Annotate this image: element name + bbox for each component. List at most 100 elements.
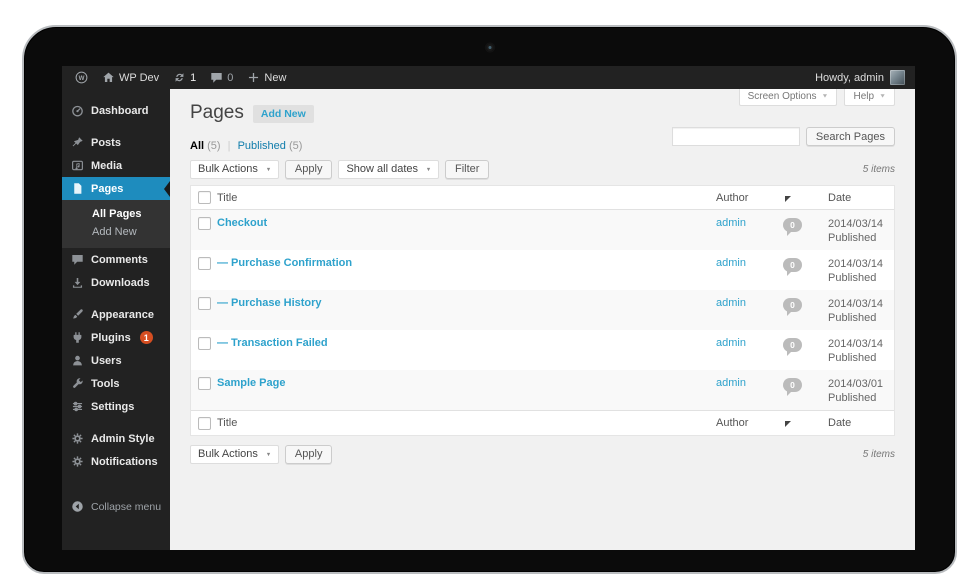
items-count: 5 items [863,164,895,175]
sidebar-item-plugins[interactable]: Plugins1 [62,326,170,349]
sidebar-item-label: Downloads [91,277,150,289]
author-link[interactable]: admin [716,337,746,349]
sidebar-item-label: Pages [91,183,123,195]
author-link[interactable]: admin [716,377,746,389]
svg-text:W: W [79,75,85,82]
comments-icon [210,71,223,84]
column-date[interactable]: Date [828,192,894,204]
sidebar-menu: Dashboard Posts Media Pages All PagesAdd New… [62,99,170,518]
row-checkbox[interactable] [198,297,211,310]
select-all-checkbox[interactable] [198,417,211,430]
bulk-actions-select[interactable]: Bulk Actions [190,445,279,464]
plus-icon [247,71,260,84]
column-title[interactable]: Title [217,192,716,204]
screen-options-button[interactable]: Screen Options ▼ [739,89,838,106]
search-input[interactable] [672,127,800,146]
row-checkbox[interactable] [198,377,211,390]
new-content-menu[interactable]: New [240,66,293,89]
sliders-icon [71,400,84,413]
author-link[interactable]: admin [716,297,746,309]
sidebar-item-dashboard[interactable]: Dashboard [62,99,170,122]
sidebar-item-comments[interactable]: Comments [62,248,170,271]
sidebar-item-media[interactable]: Media [62,154,170,177]
column-date[interactable]: Date [828,417,894,429]
page-title-link[interactable]: Checkout [217,217,267,229]
author-link[interactable]: admin [716,257,746,269]
updates-count: 1 [190,72,196,84]
row-checkbox[interactable] [198,217,211,230]
column-title[interactable]: Title [217,417,716,429]
sidebar-item-appearance[interactable]: Appearance [62,303,170,326]
comment-count-bubble[interactable]: 0 [783,218,802,232]
apply-button[interactable]: Apply [285,445,333,464]
wordpress-menu[interactable]: W [68,66,95,89]
date-cell: 2014/03/14Published [828,210,894,245]
bulk-actions-select[interactable]: Bulk Actions [190,160,279,179]
laptop-frame: W WP Dev 1 0 New Howdy, admin [22,25,957,574]
apply-button[interactable]: Apply [285,160,333,179]
comments-link[interactable]: 0 [203,66,240,89]
sidebar-item-posts[interactable]: Posts [62,131,170,154]
howdy-text[interactable]: Howdy, admin [815,72,884,84]
pin-icon [71,136,84,149]
updates-link[interactable]: 1 [166,66,203,89]
view-filters: All (5) | Published (5) [190,140,302,152]
plugin-icon [71,331,84,344]
add-new-button[interactable]: Add New [253,105,314,123]
sidebar-item-admin-style[interactable]: Admin Style [62,427,170,450]
table-footer: Title Author Date [191,410,894,435]
sidebar-item-settings[interactable]: Settings [62,395,170,418]
site-name: WP Dev [119,72,159,84]
gear-icon [71,432,84,445]
comment-count-bubble[interactable]: 0 [783,298,802,312]
gear-icon [71,455,84,468]
author-link[interactable]: admin [716,217,746,229]
date-filter-select[interactable]: Show all dates [338,160,439,179]
column-author[interactable]: Author [716,417,783,429]
sidebar-item-label: Tools [91,378,120,390]
sidebar-item-label: Appearance [91,309,154,321]
user-avatar[interactable] [890,70,905,85]
page-title-link[interactable]: Sample Page [217,377,285,389]
comment-count-bubble[interactable]: 0 [783,338,802,352]
sidebar-item-notifications[interactable]: Notifications [62,450,170,473]
sidebar-item-label: Plugins [91,332,131,344]
view-all-link[interactable]: All [190,140,204,152]
submenu-item-all-pages[interactable]: All Pages [62,205,170,223]
sidebar-item-label: Dashboard [91,105,148,117]
wrench-icon [71,377,84,390]
sidebar-item-collapse-menu[interactable]: Collapse menu [62,495,170,518]
sidebar-item-label: Posts [91,137,121,149]
comment-count-bubble[interactable]: 0 [783,378,802,392]
help-button[interactable]: Help ▼ [844,89,895,106]
column-author[interactable]: Author [716,192,783,204]
sidebar-item-downloads[interactable]: Downloads [62,271,170,294]
view-published-link[interactable]: Published [238,140,286,152]
search-pages-button[interactable]: Search Pages [806,127,895,146]
page-title: Pages [190,102,244,124]
page-title-link[interactable]: — Purchase History [217,297,322,309]
sidebar-item-tools[interactable]: Tools [62,372,170,395]
sidebar-item-pages[interactable]: Pages [62,177,170,200]
filter-button[interactable]: Filter [445,160,489,179]
date-cell: 2014/03/14Published [828,250,894,285]
page-title-link[interactable]: — Transaction Failed [217,337,328,349]
sidebar-item-label: Settings [91,401,134,413]
submenu-item-add-new[interactable]: Add New [62,223,170,241]
items-count: 5 items [863,449,895,460]
row-checkbox[interactable] [198,257,211,270]
select-all-checkbox[interactable] [198,191,211,204]
sidebar-item-users[interactable]: Users [62,349,170,372]
collapse-icon [71,500,84,513]
comment-count-bubble[interactable]: 0 [783,258,802,272]
home-icon [102,71,115,84]
table-row: — Transaction Failedadmin02014/03/14Publ… [191,330,894,370]
table-row: — Purchase Confirmation admin 0 2014/03/14P… [191,250,894,290]
chevron-down-icon: ▼ [822,94,829,100]
sidebar-item-label: Comments [91,254,148,266]
site-link[interactable]: WP Dev [95,66,166,89]
page-title-link[interactable]: — Purchase Confirmation [217,257,352,269]
user-icon [71,354,84,367]
sidebar-item-label: Notifications [91,456,158,468]
row-checkbox[interactable] [198,337,211,350]
